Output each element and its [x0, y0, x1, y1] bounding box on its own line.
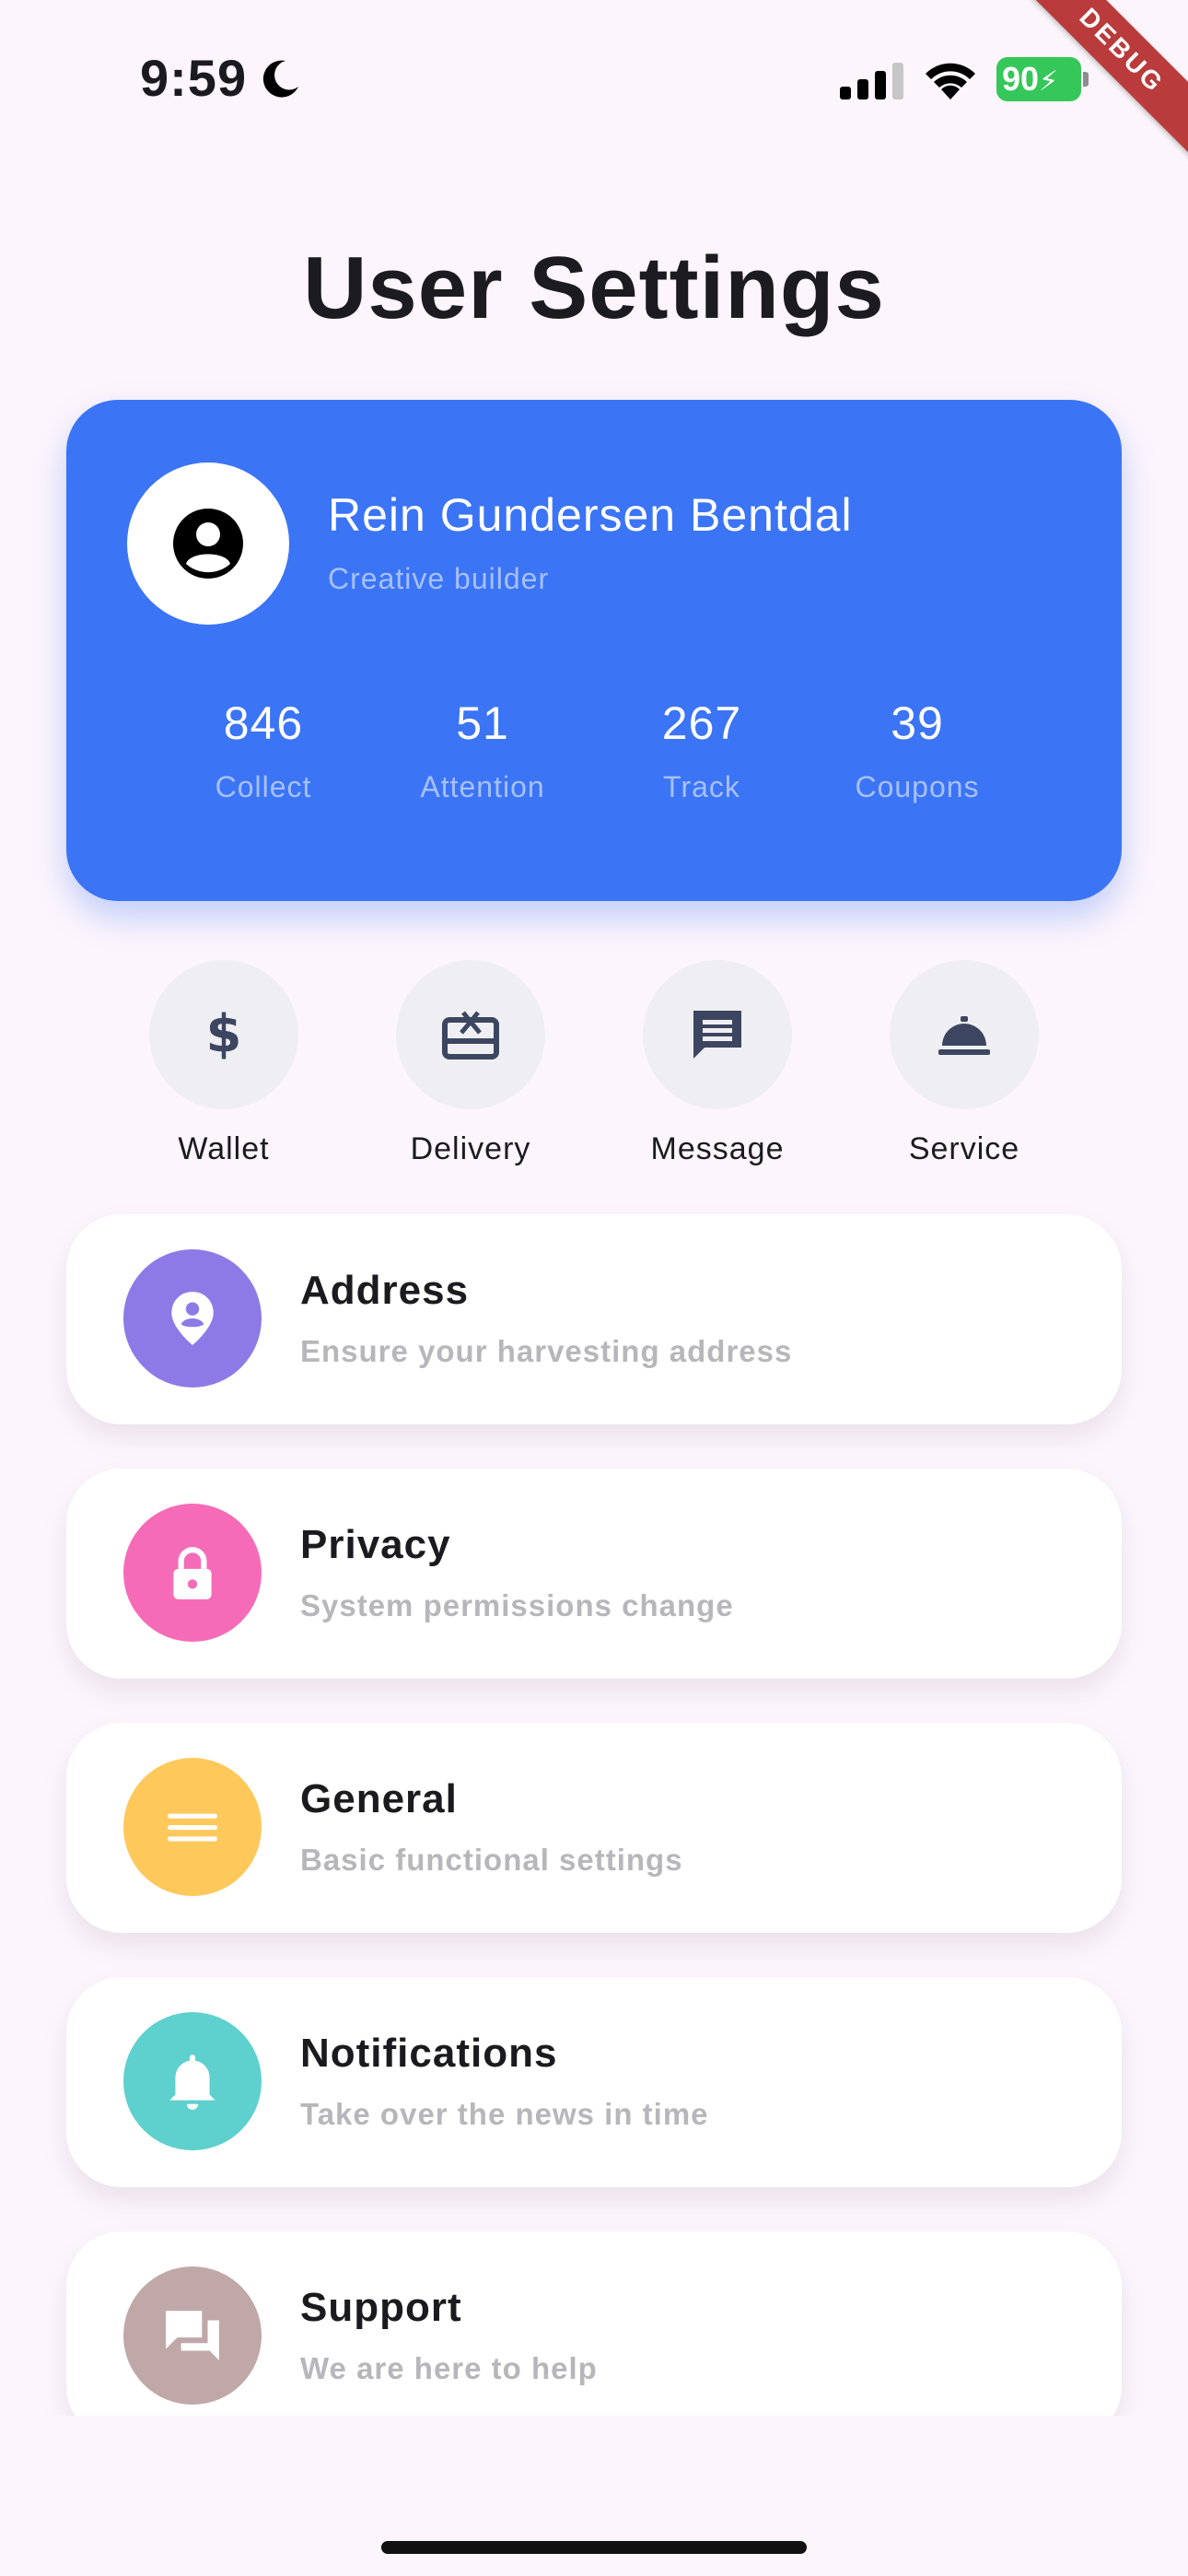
setting-notifications[interactable]: Notifications Take over the news in time — [66, 1977, 1122, 2187]
chat-bubbles-icon — [166, 2311, 219, 2360]
setting-icon-circle — [123, 1504, 262, 1642]
settings-list[interactable]: Address Ensure your harvesting address P… — [0, 1198, 1188, 2416]
quick-action-delivery[interactable]: Delivery — [369, 960, 572, 1167]
quick-action-circle[interactable] — [396, 960, 545, 1109]
moon-icon — [262, 60, 298, 98]
setting-title: Address — [300, 1268, 470, 1313]
stat-label: Collect — [215, 770, 312, 803]
quick-action-circle[interactable]: $ — [149, 960, 298, 1109]
quick-action-label: Service — [908, 1131, 1020, 1166]
message-icon — [693, 1011, 741, 1059]
setting-address[interactable]: Address Ensure your harvesting address — [66, 1214, 1122, 1424]
battery-level: 90 — [1002, 60, 1040, 98]
setting-description: System permissions change — [300, 1588, 734, 1622]
quick-action-label: Wallet — [178, 1131, 270, 1166]
charging-bolt-icon: ⚡ — [1039, 66, 1059, 97]
menu-lines-icon — [168, 1813, 217, 1842]
setting-general[interactable]: General Basic functional settings — [66, 1723, 1122, 1933]
setting-title: Notifications — [300, 2031, 558, 2076]
page-title: User Settings — [303, 239, 885, 337]
setting-title: Support — [300, 2285, 462, 2330]
stat-value: 267 — [661, 697, 742, 749]
stat-attention[interactable]: 51 Attention — [381, 697, 584, 804]
profile-card[interactable]: Rein Gundersen Bentdal Creative builder … — [66, 400, 1122, 901]
quick-action-label: Delivery — [410, 1131, 531, 1166]
svg-text:$: $ — [206, 1005, 242, 1064]
quick-action-message[interactable]: Message — [616, 960, 819, 1167]
location-pin-icon — [171, 1292, 214, 1345]
setting-title: General — [300, 1776, 458, 1821]
setting-description: We are here to help — [300, 2351, 598, 2385]
bell-icon — [169, 2055, 215, 2110]
setting-description: Take over the news in time — [300, 2097, 709, 2131]
quick-action-circle[interactable] — [890, 960, 1039, 1109]
lock-icon — [173, 1547, 212, 1599]
quick-action-label: Message — [650, 1131, 785, 1166]
setting-description: Ensure your harvesting address — [300, 1334, 793, 1368]
setting-icon-circle — [123, 1758, 262, 1896]
status-time: 9:59 — [140, 49, 248, 107]
cellular-signal-icon — [840, 63, 903, 100]
setting-icon-circle — [123, 2266, 262, 2405]
profile-subtitle: Creative builder — [328, 562, 550, 595]
account-circle-icon — [173, 509, 243, 579]
gift-card-icon — [442, 1011, 499, 1060]
stat-coupons[interactable]: 39 Coupons — [816, 697, 1019, 804]
avatar[interactable] — [127, 463, 289, 625]
wifi-icon — [926, 63, 975, 100]
stat-label: Track — [663, 770, 740, 803]
setting-icon-circle — [123, 2012, 262, 2150]
setting-support[interactable]: Support We are here to help — [66, 2231, 1122, 2416]
quick-action-wallet[interactable]: $ Wallet — [122, 960, 325, 1167]
stat-value: 846 — [223, 697, 304, 749]
stat-label: Attention — [420, 770, 545, 803]
home-indicator[interactable] — [381, 2541, 807, 2554]
stat-value: 51 — [456, 697, 509, 749]
status-bar: 9:59 90⚡ DEBUG — [0, 0, 1188, 167]
service-bell-icon — [938, 1016, 990, 1055]
battery-indicator: 90⚡ — [996, 57, 1089, 101]
dollar-icon: $ — [206, 1005, 242, 1064]
stat-value: 39 — [891, 697, 944, 749]
profile-name: Rein Gundersen Bentdal — [328, 489, 853, 541]
quick-action-service[interactable]: Service — [863, 960, 1066, 1167]
stat-label: Coupons — [855, 770, 980, 803]
setting-description: Basic functional settings — [300, 1843, 683, 1877]
quick-action-circle[interactable] — [643, 960, 792, 1109]
setting-privacy[interactable]: Privacy System permissions change — [66, 1469, 1122, 1679]
setting-title: Privacy — [300, 1522, 451, 1567]
setting-icon-circle — [123, 1249, 262, 1388]
stat-collect[interactable]: 846 Collect — [162, 697, 365, 804]
stat-track[interactable]: 267 Track — [600, 697, 803, 804]
